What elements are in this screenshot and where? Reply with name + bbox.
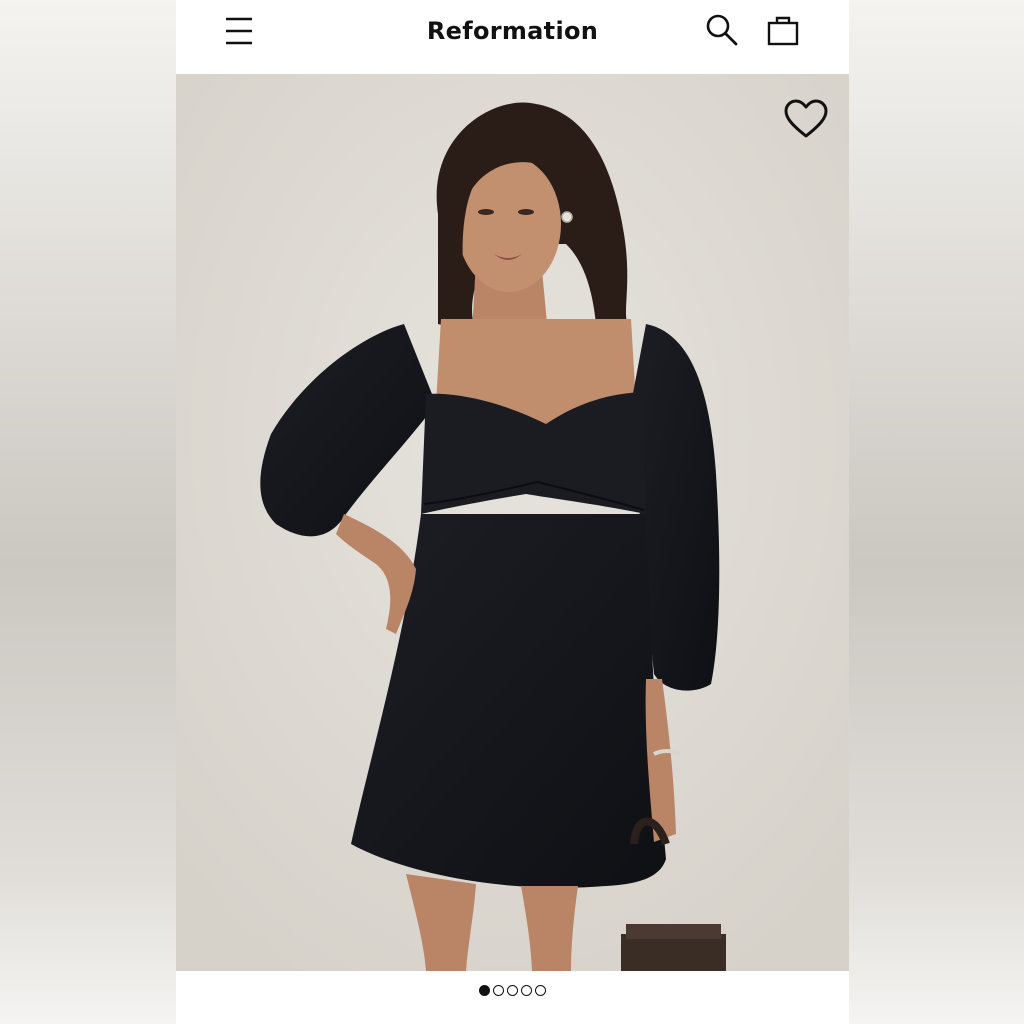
top-navigation-bar: Reformation xyxy=(176,0,849,74)
shopping-bag-button[interactable] xyxy=(765,12,801,48)
heart-icon xyxy=(784,99,828,138)
blurred-background-left xyxy=(0,0,176,1024)
shopping-bag-icon xyxy=(767,16,799,46)
carousel-dot-5[interactable] xyxy=(535,985,546,996)
carousel-dot-1[interactable] xyxy=(479,985,490,996)
carousel-dot-3[interactable] xyxy=(507,985,518,996)
blurred-background-right xyxy=(849,0,1024,1024)
product-image[interactable] xyxy=(176,74,849,971)
search-button[interactable] xyxy=(704,12,740,48)
image-carousel-indicator xyxy=(176,982,849,1000)
model-photo xyxy=(176,74,849,971)
carousel-dot-4[interactable] xyxy=(521,985,532,996)
app-screen: Reformation xyxy=(176,0,849,1024)
search-icon xyxy=(706,14,738,46)
wishlist-button[interactable] xyxy=(782,98,830,142)
brand-logo[interactable]: Reformation xyxy=(176,14,849,48)
carousel-dot-2[interactable] xyxy=(493,985,504,996)
